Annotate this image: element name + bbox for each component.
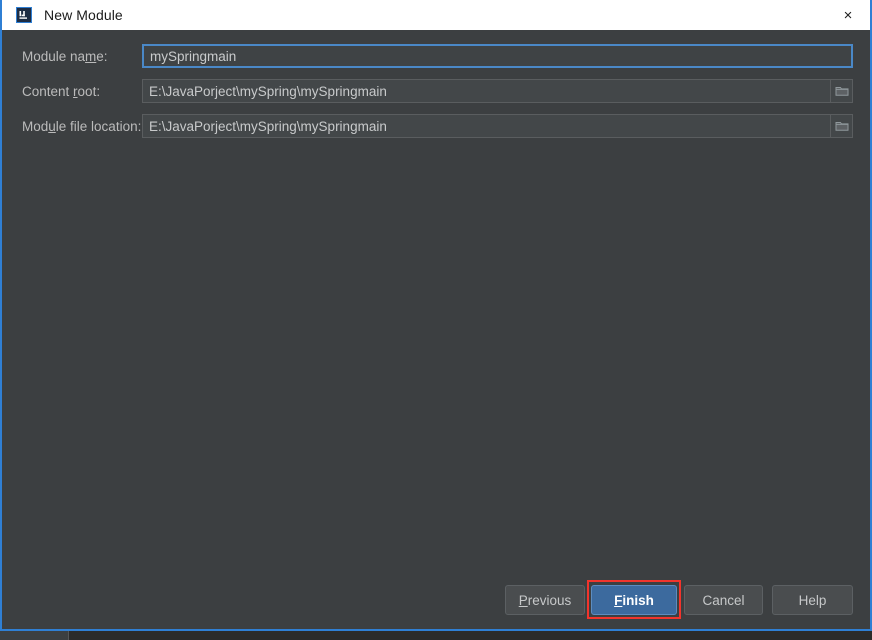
dialog-title: New Module [44, 7, 123, 23]
help-button[interactable]: Help [772, 585, 853, 615]
module-file-location-browse-button[interactable] [830, 114, 853, 138]
close-icon[interactable]: × [826, 0, 870, 30]
desktop-strip-left [0, 631, 68, 640]
dialog-body: Module name: mySpringmain Content root: … [2, 30, 870, 629]
form-row-module-file-location: Module file location: E:\JavaPorject\myS… [2, 114, 870, 138]
content-root-browse-button[interactable] [830, 79, 853, 103]
previous-button[interactable]: Previous [505, 585, 585, 615]
module-file-location-label: Module file location: [22, 118, 142, 134]
desktop-strip-divider [68, 631, 69, 640]
form-row-content-root: Content root: E:\JavaPorject\mySpring\my… [2, 79, 870, 103]
module-name-input[interactable]: mySpringmain [142, 44, 853, 68]
content-root-label: Content root: [22, 83, 101, 99]
dialog-button-bar: Previous Finish Cancel Help [2, 571, 870, 629]
dialog-titlebar[interactable]: New Module × [2, 0, 870, 30]
new-module-dialog: New Module × Module name: mySpringmain C… [0, 0, 872, 631]
finish-button[interactable]: Finish [591, 585, 677, 615]
module-file-location-input[interactable]: E:\JavaPorject\mySpring\mySpringmain [142, 114, 845, 138]
form-row-module-name: Module name: mySpringmain [2, 44, 870, 68]
content-root-input[interactable]: E:\JavaPorject\mySpring\mySpringmain [142, 79, 845, 103]
intellij-idea-icon [16, 7, 32, 23]
desktop-strip-right [68, 631, 872, 640]
cancel-button[interactable]: Cancel [684, 585, 763, 615]
module-name-label: Module name: [22, 48, 108, 64]
